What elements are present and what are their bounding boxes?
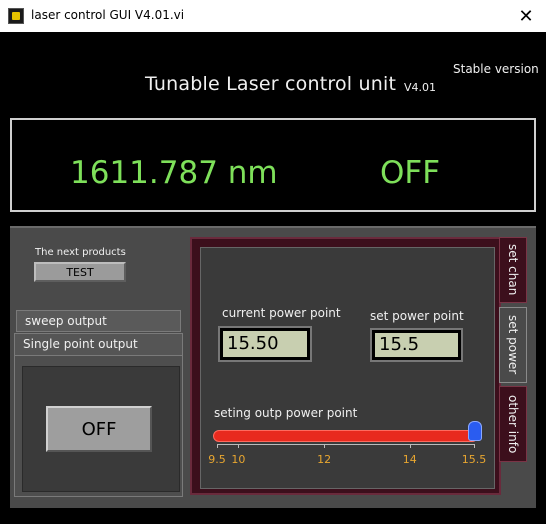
tab-set-chan[interactable]: set chan [499,237,527,303]
scale-tick [324,444,326,448]
scale-tick [217,444,218,448]
tab-set-power[interactable]: set power [499,307,527,383]
set-power-label: set power point [370,309,464,323]
scale-tick-label: 10 [231,453,246,466]
test-button[interactable]: TEST [34,262,126,282]
scale-tick [238,444,240,448]
close-button[interactable]: ✕ [506,0,546,32]
current-power-value: 15.50 [223,331,307,357]
tab-other-info[interactable]: other info [499,386,527,462]
set-power-value[interactable]: 15.5 [375,333,458,357]
scale-tick [409,444,411,448]
scale-tick-label: 9.5 [208,453,226,466]
laser-state-readout: OFF [380,155,441,191]
wavelength-readout: 1611.787 nm [70,155,278,191]
stable-version-label: Stable version [453,62,539,76]
tab-single-point-output[interactable]: Single point output [14,333,183,355]
version-label: V4.01 [404,81,437,94]
power-slider-thumb[interactable] [468,421,482,441]
labview-app-icon [8,8,24,24]
set-power-field[interactable]: 15.5 [370,328,463,362]
scale-tick-label: 12 [317,453,332,466]
scale-tick-label: 14 [402,453,417,466]
tab-set-power-label: set power [506,315,520,375]
tab-other-info-label: other info [506,394,520,454]
scale-tick-label: 15.5 [461,453,487,466]
output-toggle-button[interactable]: OFF [46,406,152,452]
page-title: Tunable Laser control unit [145,73,397,95]
window-title: laser control GUI V4.01.vi [31,8,185,22]
current-power-indicator: 15.50 [218,326,312,362]
tab-sweep-output[interactable]: sweep output [16,310,181,332]
current-power-label: current power point [222,306,341,320]
slider-scale [217,444,474,445]
close-icon: ✕ [518,5,534,27]
power-slider-label: seting outp power point [214,406,358,420]
tab-set-chan-label: set chan [506,244,520,296]
scale-tick [474,444,475,448]
next-products-label: The next products [35,247,126,258]
power-slider-track[interactable] [213,430,478,442]
